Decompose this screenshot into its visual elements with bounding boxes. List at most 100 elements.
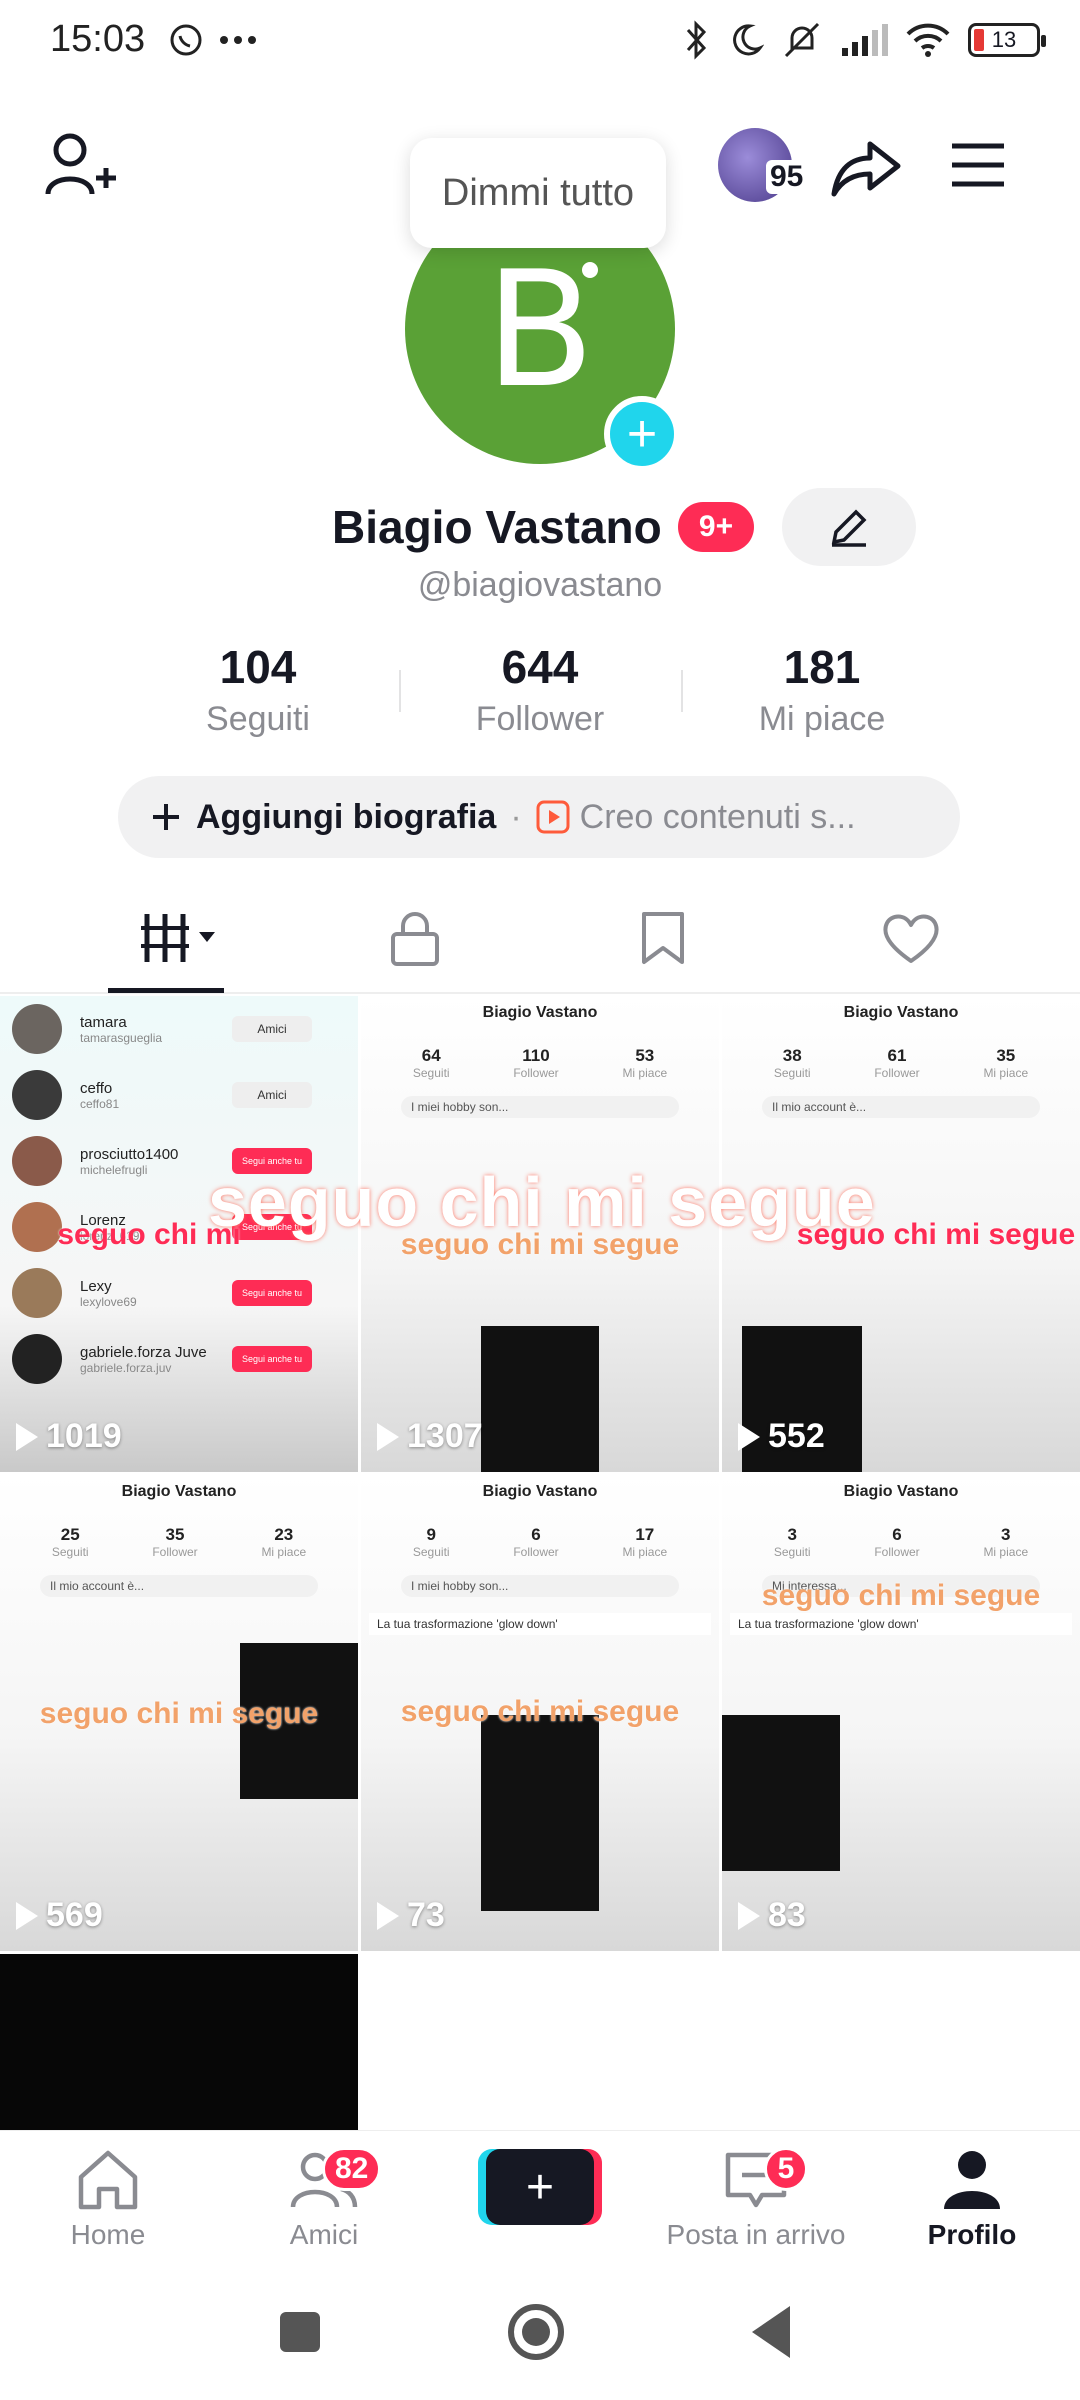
profile-icon [944, 2151, 1000, 2209]
thoughts-bubble[interactable]: Dimmi tutto [410, 138, 666, 248]
mini-stat: 17 Mi piace [622, 1525, 667, 1559]
video-caption: seguo chi mi segue [400, 1695, 680, 1728]
mini-stat: 110 Follower [513, 1046, 558, 1080]
tab-private[interactable] [380, 908, 450, 968]
video-tile[interactable]: Biagio Vastano 3 Seguiti 6 Follower 3 Mi pi… [722, 1475, 1080, 1951]
stat-label: Follower [475, 700, 605, 738]
mini-stat-value: 64 [421, 1046, 441, 1065]
mini-stats: 64 Seguiti 110 Follower 53 Mi piace [381, 1046, 699, 1080]
dark-frame [481, 1326, 599, 1472]
create-button[interactable]: + [478, 2149, 602, 2225]
friend-name: tamara [80, 1013, 127, 1031]
bubble-tail [582, 262, 598, 278]
avatar [12, 1334, 62, 1384]
videos-grid-icon [141, 914, 215, 962]
mini-stat-value: 9 [426, 1525, 436, 1544]
video-tile[interactable] [0, 1954, 358, 2130]
nav-profile[interactable]: Profilo [872, 2145, 1072, 2251]
plus-icon [153, 804, 179, 830]
home-system-icon[interactable] [508, 2304, 564, 2360]
tab-active-indicator [108, 988, 224, 993]
mini-stat: 23 Mi piace [261, 1525, 306, 1559]
stat-value: 181 [783, 641, 861, 693]
friend-user: michelefrugli [80, 1162, 148, 1177]
friend-name: ceffo [80, 1079, 113, 1097]
view-count-value: 1307 [407, 1417, 483, 1455]
avatar [12, 1004, 62, 1054]
video-tile[interactable]: Biagio Vastano 9 Seguiti 6 Follower 17 Mi p… [361, 1475, 719, 1951]
nav-home-label: Home [70, 2219, 146, 2250]
friend-name: prosciutto1400 [80, 1145, 179, 1163]
wifi-icon [906, 23, 950, 57]
stat-following[interactable]: 104 Seguiti [117, 640, 399, 750]
play-icon [377, 1901, 399, 1930]
back-icon[interactable] [752, 2306, 790, 2358]
battery-level: 13 [991, 27, 1017, 52]
video-caption: seguo chi mi segue [39, 1697, 319, 1730]
mini-stat: 61 Follower [874, 1046, 919, 1080]
tab-saved[interactable] [628, 908, 698, 968]
mini-profile-name: Biagio Vastano [843, 1483, 959, 1500]
add-bio-button[interactable]: Aggiungi biografia · Creo contenuti s... [118, 776, 960, 858]
recents-icon[interactable] [280, 2312, 320, 2352]
mini-stat-value: 35 [996, 1046, 1016, 1065]
mute-icon [784, 22, 820, 58]
mini-profile-name: Biagio Vastano [121, 1483, 237, 1500]
tab-videos[interactable] [134, 908, 224, 968]
view-count-value: 569 [46, 1896, 103, 1934]
pencil-icon [831, 509, 867, 547]
mini-stat-label: Seguiti [51, 1545, 89, 1559]
system-nav-bar [0, 2260, 1080, 2400]
profile-name: Biagio Vastano [332, 501, 662, 553]
mini-stat-label: Follower [513, 1066, 559, 1080]
mini-stat-label: Mi piace [622, 1545, 668, 1559]
mini-stat: 53 Mi piace [622, 1046, 667, 1080]
mini-stat-value: 38 [782, 1046, 802, 1065]
create-button-plus: + [486, 2149, 594, 2225]
notification-badge[interactable]: 9+ [678, 502, 754, 552]
mini-stat-value: 17 [635, 1525, 655, 1544]
video-tile[interactable]: Biagio Vastano 25 Seguiti 35 Follower 23 Mi… [0, 1475, 358, 1951]
stat-likes[interactable]: 181 Mi piace [681, 640, 963, 750]
mini-stat-value: 3 [787, 1525, 797, 1544]
play-icon [738, 1422, 760, 1451]
stat-followers[interactable]: 644 Follower [399, 640, 681, 750]
view-count: 569 [16, 1896, 103, 1935]
mini-stat-label: Follower [874, 1066, 920, 1080]
list-item: Lexy lexylove69 Segui anche tu [0, 1260, 358, 1326]
nav-friends[interactable]: Amici 82 [224, 2145, 424, 2251]
list-item: gabriele.forza Juve gabriele.forza.juv Seg… [0, 1326, 358, 1392]
mini-stat-label: Seguiti [412, 1545, 450, 1559]
mini-notice: La tua trasformazione 'glow down' [369, 1613, 711, 1635]
bluetooth-icon [686, 20, 707, 60]
nav-inbox[interactable]: Posta in arrivo 5 [640, 2145, 872, 2251]
inbox-badge: 5 [764, 2147, 808, 2191]
home-icon [78, 2150, 138, 2210]
status-bar: 15:03 13 [0, 0, 1080, 90]
add-story-plus-icon[interactable]: + [604, 396, 680, 472]
mini-stat-value: 61 [887, 1046, 907, 1065]
mini-notice: La tua trasformazione 'glow down' [730, 1613, 1072, 1635]
mini-stat-value: 3 [1001, 1525, 1011, 1544]
bio-preview: Creo contenuti s... [579, 797, 856, 836]
menu-icon[interactable] [948, 140, 1008, 190]
list-item: ceffo ceffo81 Amici [0, 1062, 358, 1128]
status-right-icons: 13 [684, 20, 1046, 60]
edit-profile-button[interactable] [782, 488, 916, 566]
tab-liked[interactable] [876, 908, 946, 968]
share-icon[interactable] [828, 128, 904, 204]
bookmark-icon [642, 912, 684, 964]
mini-stat: 64 Seguiti [413, 1046, 450, 1080]
play-icon [377, 1422, 399, 1451]
more-dots-icon [220, 36, 256, 44]
mini-stat-label: Seguiti [412, 1066, 450, 1080]
nav-friends-label: Amici [289, 2219, 359, 2250]
add-user-icon[interactable] [44, 130, 120, 206]
nav-home[interactable]: Home [8, 2145, 208, 2251]
battery-icon: 13 [968, 23, 1046, 57]
mini-stat: 6 Follower [874, 1525, 919, 1559]
heart-icon [883, 914, 939, 963]
mini-stat: 25 Seguiti [52, 1525, 89, 1559]
mini-stat-value: 6 [531, 1525, 541, 1544]
profile-tabs [0, 890, 1080, 994]
